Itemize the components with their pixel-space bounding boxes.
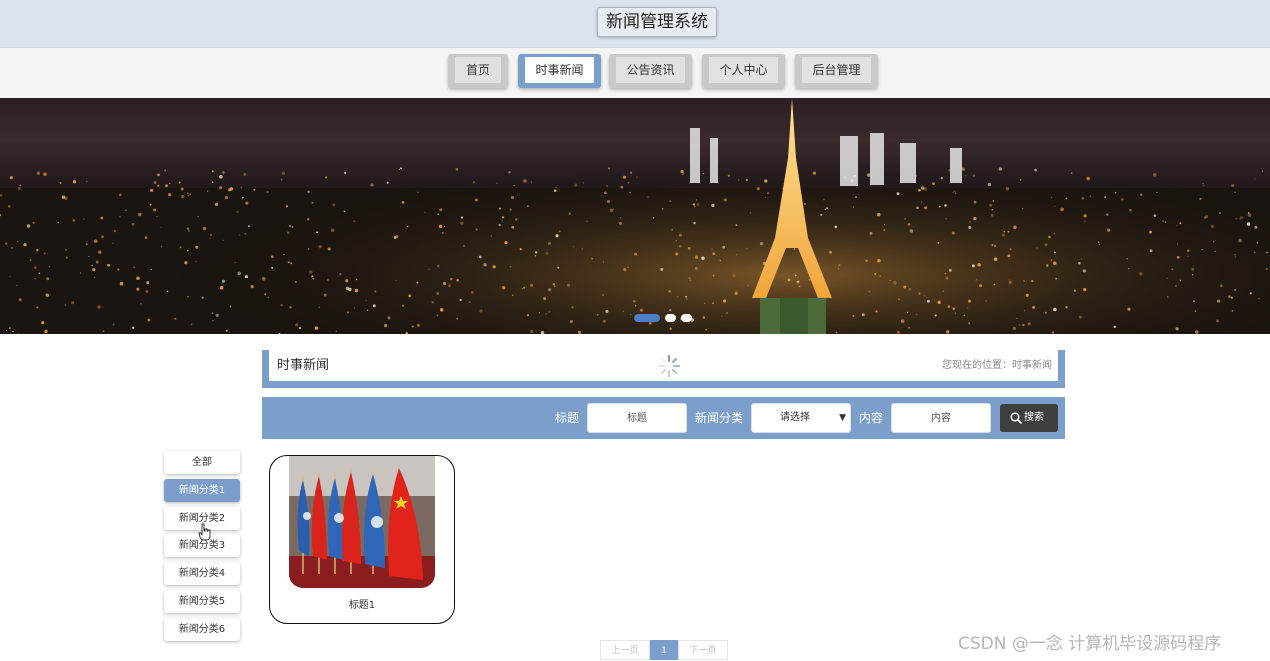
category-item-all[interactable]: 全部 (164, 451, 240, 474)
news-card-title: 标题1 (348, 600, 376, 611)
category-select-value: 请选择 (780, 412, 810, 423)
site-title: 新闻管理系统 (597, 7, 717, 37)
nav-item-announcements[interactable]: 公告资讯 (609, 54, 692, 88)
location-bar: 时事新闻 您现在的位置：时事新闻 (262, 350, 1065, 388)
category-item-1[interactable]: 新闻分类1 (164, 479, 240, 502)
page-number-button[interactable]: 1 (650, 640, 678, 660)
section-title: 时事新闻 (277, 358, 330, 373)
banner-carousel[interactable] (0, 98, 1270, 334)
search-button[interactable]: 搜索 (1000, 404, 1058, 432)
watermark: CSDN @一念 计算机毕设源码程序 (958, 634, 1222, 654)
next-page-button[interactable]: 下一页 (678, 640, 728, 660)
hand-cursor-icon (198, 523, 211, 541)
nav-item-home[interactable]: 首页 (448, 54, 508, 88)
nav-item-label: 后台管理 (802, 57, 871, 83)
nav-item-label: 时事新闻 (525, 57, 594, 83)
top-header: 新闻管理系统 (0, 0, 1270, 48)
news-card-image (289, 456, 435, 588)
chevron-down-icon: ▼ (839, 413, 846, 423)
carousel-dot-1[interactable] (634, 314, 660, 322)
nav-item-label: 首页 (455, 57, 501, 83)
category-item-6[interactable]: 新闻分类6 (164, 618, 240, 641)
main-nav: 首页 时事新闻 公告资讯 个人中心 后台管理 (0, 48, 1270, 98)
content-search-input[interactable]: 内容 (891, 403, 991, 433)
category-item-4[interactable]: 新闻分类4 (164, 562, 240, 585)
carousel-dot-2[interactable] (665, 314, 676, 322)
nav-item-label: 公告资讯 (616, 57, 685, 83)
search-bar: 标题 标题 新闻分类 请选择 ▼ 内容 内容 搜索 (262, 397, 1065, 439)
nav-item-personal-center[interactable]: 个人中心 (702, 54, 785, 88)
search-icon (1010, 412, 1022, 424)
banner-image (0, 98, 1270, 334)
title-search-input[interactable]: 标题 (587, 403, 687, 433)
category-label: 新闻分类 (695, 411, 744, 425)
content-label: 内容 (859, 411, 884, 425)
category-item-5[interactable]: 新闻分类5 (164, 590, 240, 613)
news-card[interactable]: 标题1 (269, 455, 455, 624)
search-button-label: 搜索 (1024, 412, 1044, 423)
title-label: 标题 (555, 411, 580, 425)
loading-spinner-icon (657, 354, 681, 378)
nav-item-current-news[interactable]: 时事新闻 (518, 54, 601, 88)
nav-item-label: 个人中心 (709, 57, 778, 83)
prev-page-button[interactable]: 上一页 (600, 640, 650, 660)
carousel-dot-3[interactable] (681, 314, 692, 322)
category-select[interactable]: 请选择 ▼ (751, 403, 851, 433)
nav-item-admin[interactable]: 后台管理 (795, 54, 878, 88)
breadcrumb: 您现在的位置：时事新闻 (942, 360, 1052, 371)
